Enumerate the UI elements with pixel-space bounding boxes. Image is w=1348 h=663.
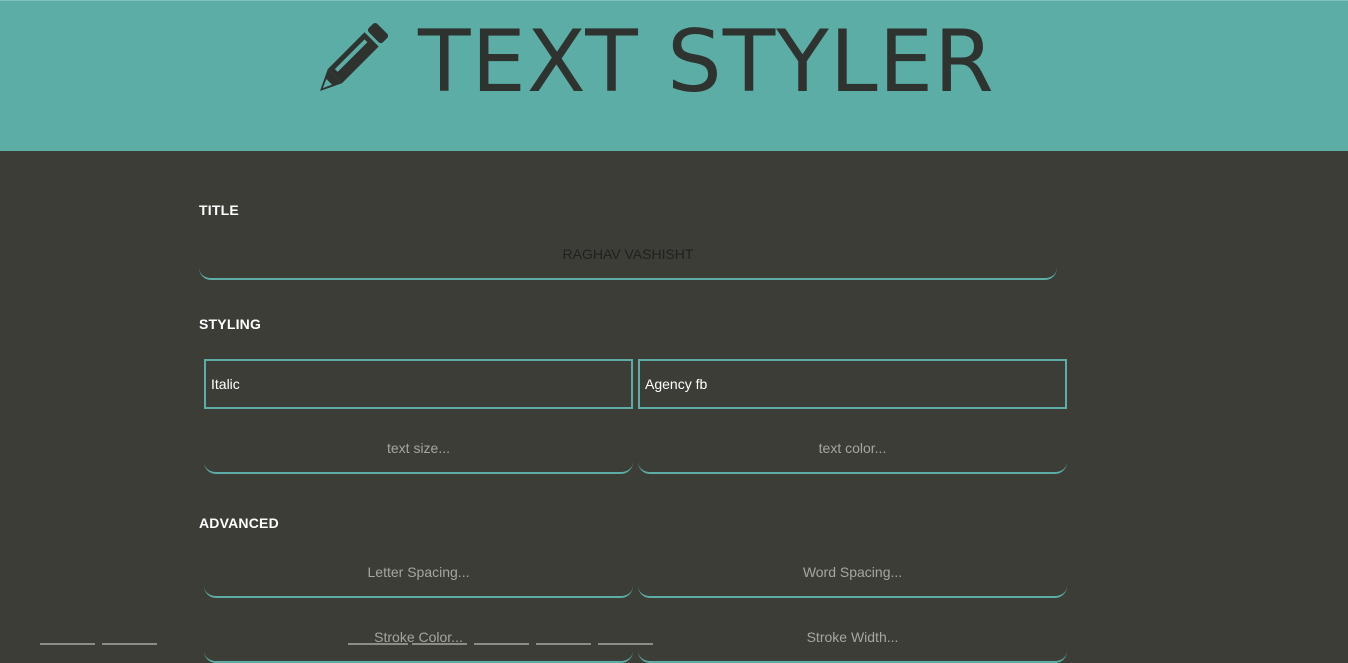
font-family-value: Agency fb bbox=[645, 376, 708, 392]
font-style-select[interactable]: Italic bbox=[204, 359, 633, 409]
bottom-artifact bbox=[598, 643, 653, 645]
bottom-artifact bbox=[474, 643, 529, 645]
main-content: TITLE STYLING Italic Agency fb ADVANCED bbox=[0, 151, 1348, 663]
text-size-input[interactable] bbox=[204, 424, 633, 474]
text-color-input[interactable] bbox=[638, 424, 1067, 474]
brand: TEXT STYLER bbox=[306, 17, 995, 107]
bottom-artifact bbox=[536, 643, 591, 645]
stroke-color-input[interactable] bbox=[204, 613, 633, 663]
stroke-width-input[interactable] bbox=[638, 613, 1067, 663]
font-style-value: Italic bbox=[211, 376, 240, 392]
font-family-select[interactable]: Agency fb bbox=[638, 359, 1067, 409]
app-header: TEXT STYLER bbox=[0, 0, 1348, 151]
bottom-artifact bbox=[40, 643, 95, 645]
pencil-icon bbox=[306, 19, 392, 105]
letter-spacing-input[interactable] bbox=[204, 548, 633, 598]
section-title-label: TITLE bbox=[199, 202, 239, 218]
bottom-artifact bbox=[412, 643, 467, 645]
title-input[interactable] bbox=[199, 230, 1057, 280]
section-styling-label: STYLING bbox=[199, 316, 262, 332]
app-title: TEXT STYLER bbox=[418, 12, 995, 112]
bottom-artifact bbox=[102, 643, 157, 645]
section-advanced-label: ADVANCED bbox=[199, 515, 279, 531]
word-spacing-input[interactable] bbox=[638, 548, 1067, 598]
bottom-artifact bbox=[348, 643, 408, 645]
